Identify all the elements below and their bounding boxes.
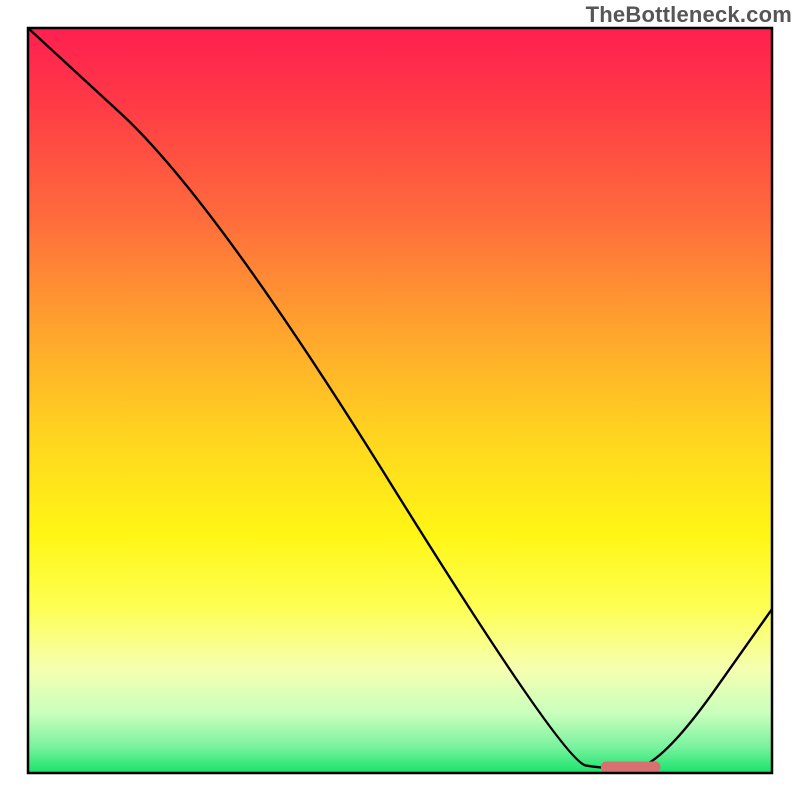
plot-background [28, 28, 772, 773]
plot-svg [0, 0, 800, 800]
optimum-marker [601, 762, 661, 773]
bottleneck-chart: TheBottleneck.com [0, 0, 800, 800]
